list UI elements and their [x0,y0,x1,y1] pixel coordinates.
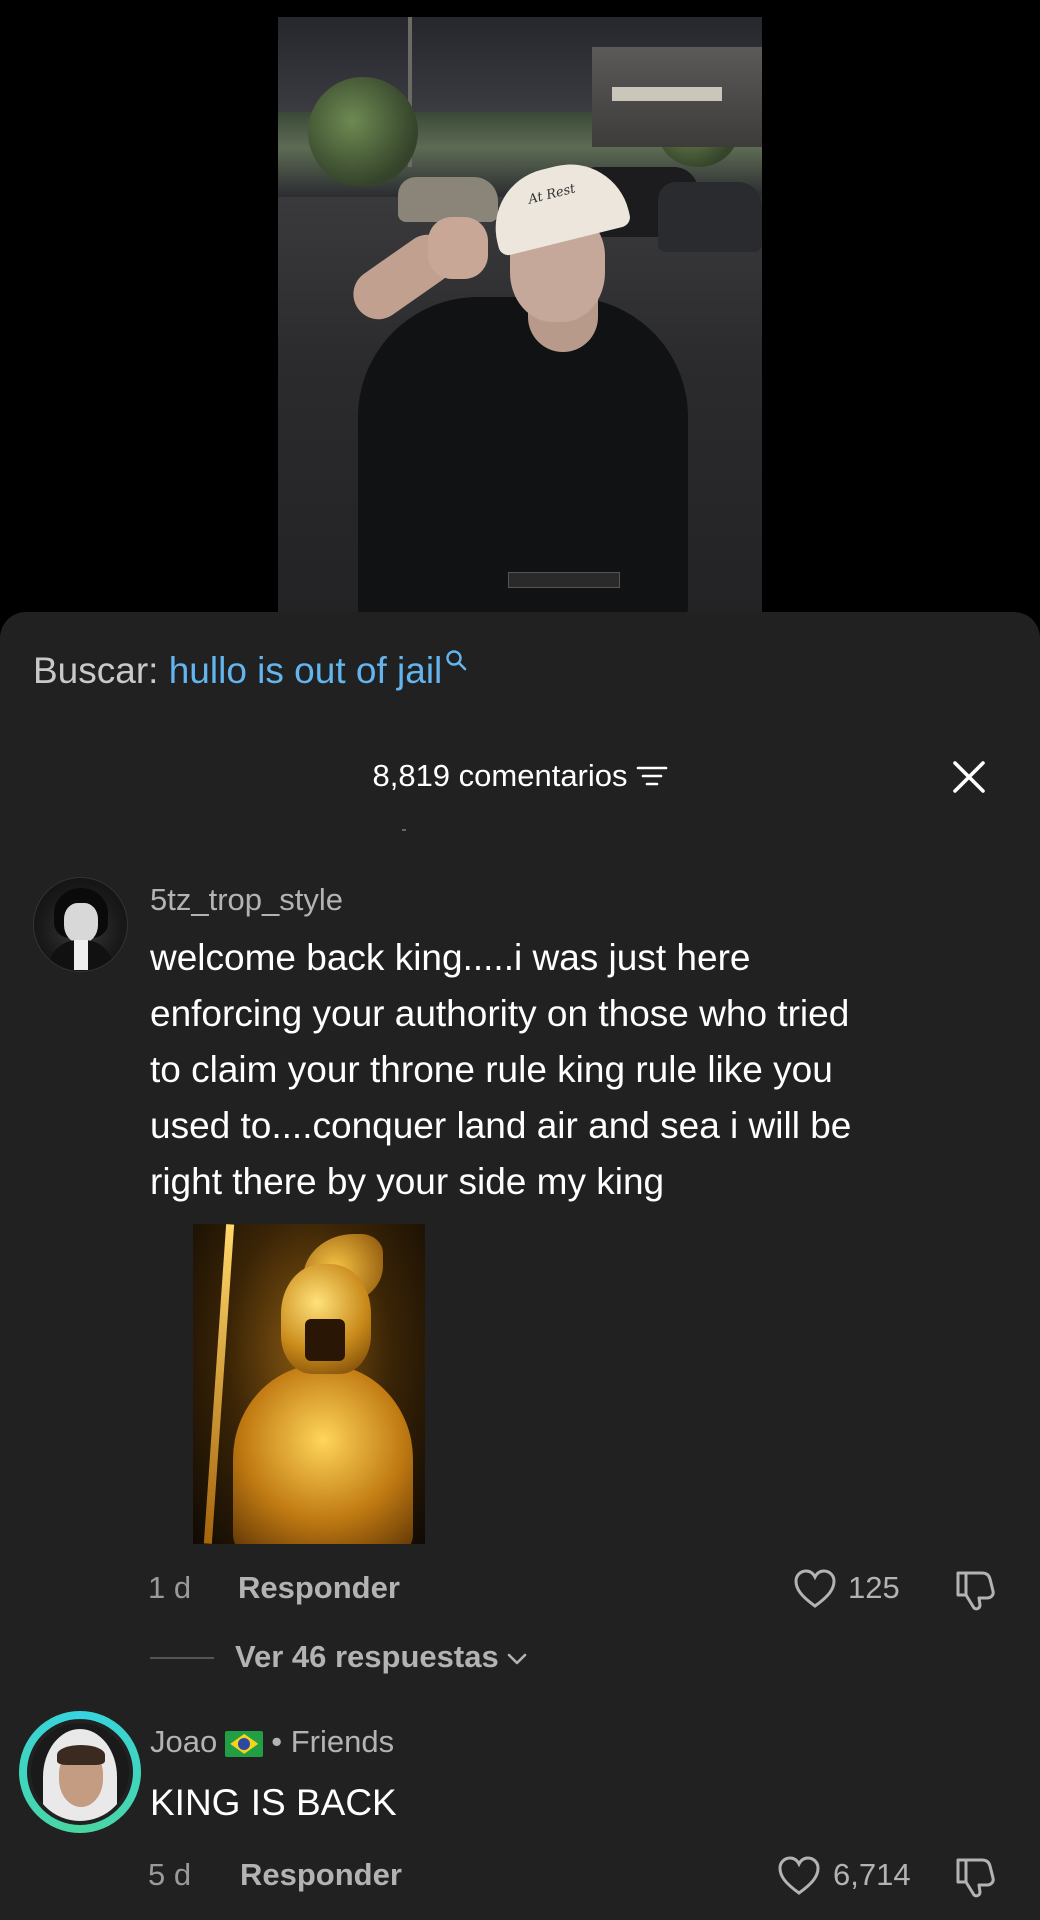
avatar-shirt [74,940,88,970]
comment-text-line: welcome back king.....i was just here [150,937,751,978]
avatar-face [64,903,98,943]
heart-icon[interactable] [793,1569,837,1609]
comments-sheet: Buscar: hullo is out of jail 8,819 comen… [0,612,1040,1920]
comment-username[interactable]: Joao [150,1724,217,1759]
dislike-icon[interactable] [952,1854,998,1898]
like-count: 6,714 [833,1857,911,1892]
comment-text-line: enforcing your authority on those who tr… [150,993,850,1034]
avatar-hair [57,1745,105,1765]
video-belt [508,572,620,588]
reply-button[interactable]: Responder [238,1570,400,1606]
view-replies-label: Ver 46 respuestas [235,1639,499,1674]
close-icon[interactable] [950,758,988,796]
friends-tag: • Friends [271,1724,395,1759]
comment-sticker-image[interactable] [193,1224,425,1544]
brazil-flag-icon [225,1730,264,1757]
comments-header: 8,819 comentarios [0,758,1040,794]
sticker-spear [203,1224,235,1544]
sticker-visor [305,1319,345,1361]
heart-icon[interactable] [777,1856,821,1896]
like-count: 125 [848,1570,900,1605]
video-frame[interactable]: At Rest [278,17,762,612]
comment-username-row: Joao • Friends [150,1724,394,1760]
video-building-light [612,87,722,101]
avatar[interactable] [33,877,128,972]
video-car [398,177,498,222]
search-suggestion[interactable]: Buscar: hullo is out of jail [33,650,468,691]
comment-time: 1 d [148,1570,192,1605]
comment-time: 5 d [148,1857,192,1892]
filter-icon[interactable] [636,763,668,789]
search-icon[interactable] [444,648,468,672]
avatar[interactable] [27,1719,133,1825]
video-person-hand [428,217,488,279]
video-person [358,297,688,612]
chevron-down-icon [507,1653,526,1665]
comment-count: 8,819 comentarios [372,758,628,793]
divider-mark [402,829,406,831]
comment-text: KING IS BACK [150,1782,397,1823]
video-tree [308,77,418,187]
sticker-torso [233,1364,413,1544]
search-label: Buscar: [33,650,159,691]
comment-text-line: to claim your throne rule king rule like… [150,1049,833,1090]
comment-text-line: right there by your side my king [150,1161,665,1202]
dislike-icon[interactable] [952,1567,998,1611]
replies-divider [150,1657,214,1659]
reply-button[interactable]: Responder [240,1857,402,1893]
comment-text: welcome back king.....i was just here en… [150,930,851,1210]
comment-username[interactable]: 5tz_trop_style [150,882,343,918]
search-query[interactable]: hullo is out of jail [169,650,443,691]
view-replies-button[interactable]: Ver 46 respuestas [235,1639,529,1675]
video-car [658,182,762,252]
comment-text-line: used to....conquer land air and sea i wi… [150,1105,852,1146]
